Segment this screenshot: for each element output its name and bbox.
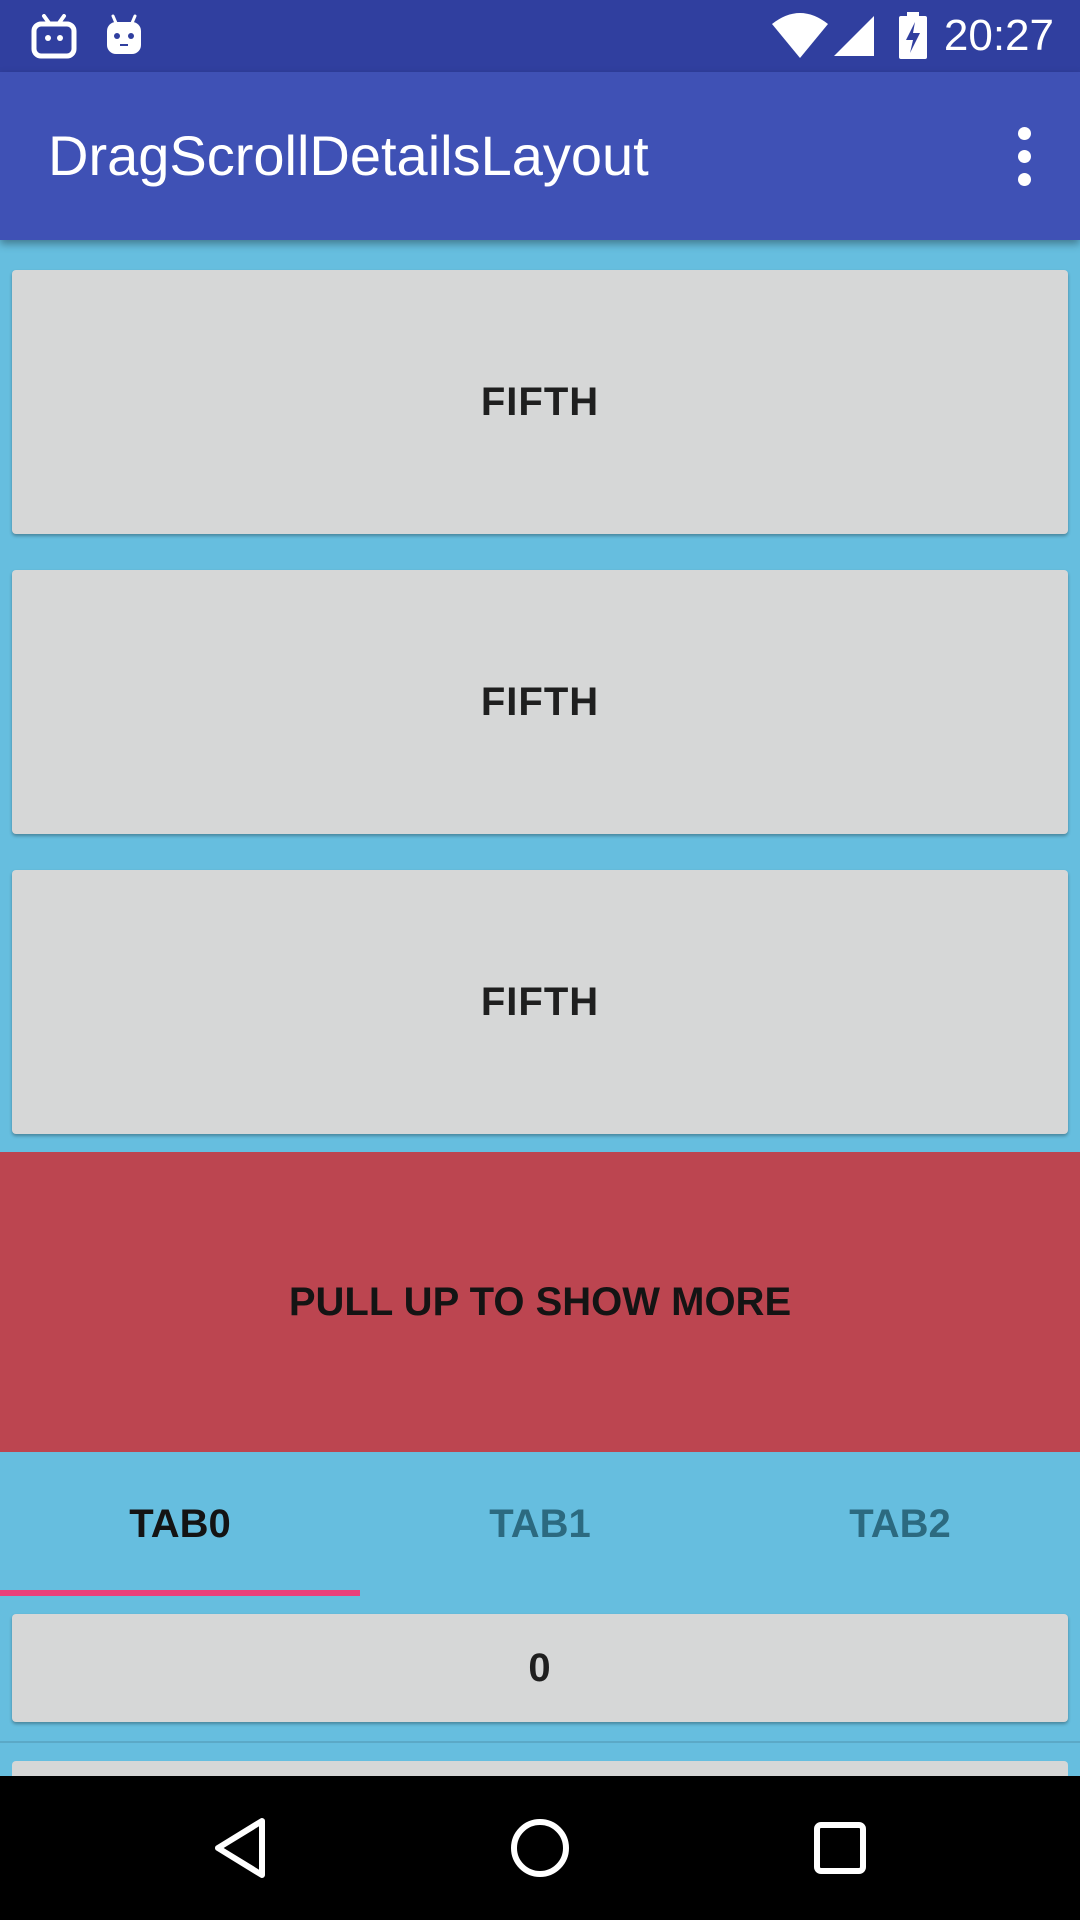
tab-label: TAB0	[129, 1501, 231, 1546]
tab-1[interactable]: TAB1	[360, 1452, 720, 1596]
more-vert-icon[interactable]	[992, 116, 1056, 196]
tab-bar: TAB0 TAB1 TAB2	[0, 1452, 1080, 1596]
list-divider	[0, 1741, 1080, 1743]
status-time: 20:27	[943, 11, 1054, 60]
wifi-icon	[770, 12, 830, 65]
pull-up-banner[interactable]: PULL UP TO SHOW MORE	[0, 1152, 1080, 1452]
card-label: FIFTH	[480, 379, 600, 424]
card-button-3[interactable]: FIFTH	[12, 870, 1068, 1134]
status-bar: 20:27	[0, 0, 1080, 72]
recents-icon[interactable]	[790, 1798, 890, 1898]
screen: 20:27 DragScrollDetailsLayout FIFTH FIFT…	[0, 0, 1080, 1920]
tab-label: TAB2	[849, 1501, 951, 1546]
pull-up-label: PULL UP TO SHOW MORE	[288, 1279, 792, 1324]
tab-label: TAB1	[489, 1501, 591, 1546]
tab-0[interactable]: TAB0	[0, 1452, 360, 1596]
card-label: FIFTH	[480, 979, 600, 1024]
app-bar: DragScrollDetailsLayout	[0, 72, 1080, 240]
tv-app-notification-icon	[30, 14, 78, 65]
back-icon[interactable]	[190, 1798, 290, 1898]
cell-signal-icon	[832, 14, 876, 63]
list-item[interactable]: 0	[12, 1614, 1068, 1722]
card-label: FIFTH	[480, 679, 600, 724]
card-button-2[interactable]: FIFTH	[12, 570, 1068, 834]
list-item-label: 0	[528, 1645, 552, 1690]
android-notification-icon	[104, 14, 144, 63]
navigation-bar	[0, 1776, 1080, 1920]
card-button-1[interactable]: FIFTH	[12, 270, 1068, 534]
home-icon[interactable]	[490, 1798, 590, 1898]
battery-charging-icon	[898, 12, 928, 65]
app-title: DragScrollDetailsLayout	[48, 124, 649, 187]
tab-2[interactable]: TAB2	[720, 1452, 1080, 1596]
tab-indicator	[0, 1590, 360, 1596]
